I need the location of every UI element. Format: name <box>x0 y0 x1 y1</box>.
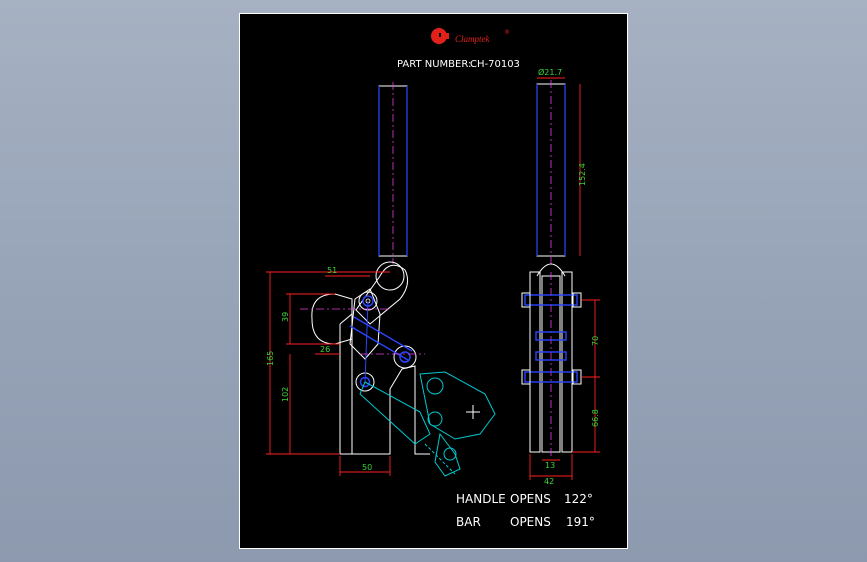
dim-50: 50 <box>362 463 372 472</box>
dim-51: 51 <box>327 266 337 275</box>
front-view: 165 51 39 26 102 50 <box>266 82 496 477</box>
spec-bar-name: BAR <box>456 515 481 529</box>
spec-handle-action: OPENS <box>510 492 551 506</box>
dim-165: 165 <box>266 351 275 366</box>
cad-drawing: Clamptek ® PART NUMBER: CH-70103 165 51 … <box>266 28 600 529</box>
brand-name: Clamptek <box>455 34 490 44</box>
dim-handle-diameter: Ø21.7 <box>538 67 562 77</box>
part-number-value: CH-70103 <box>470 59 520 70</box>
dim-42: 42 <box>544 477 554 486</box>
spec-bar-value: 191° <box>566 515 595 529</box>
registered-mark: ® <box>504 29 510 36</box>
dim-66-8: 66.8 <box>591 409 600 427</box>
side-view: Ø21.7 152.4 70 66.8 13 42 <box>521 67 600 486</box>
dim-26: 26 <box>320 345 330 354</box>
dim-13: 13 <box>545 461 555 470</box>
part-number-label: PART NUMBER: <box>397 59 471 70</box>
dim-handle-length: 152.4 <box>578 163 587 186</box>
specs-block: HANDLE OPENS 122° BAR OPENS 191° <box>456 492 595 529</box>
spec-handle-value: 122° <box>564 492 593 506</box>
dim-39: 39 <box>281 312 290 322</box>
dim-102: 102 <box>281 387 290 402</box>
drawing-sheet: Clamptek ® PART NUMBER: CH-70103 165 51 … <box>239 13 628 549</box>
brand-logo: Clamptek ® <box>431 28 510 44</box>
dim-70: 70 <box>591 336 600 346</box>
spec-bar-action: OPENS <box>510 515 551 529</box>
spec-handle-name: HANDLE <box>456 492 506 506</box>
